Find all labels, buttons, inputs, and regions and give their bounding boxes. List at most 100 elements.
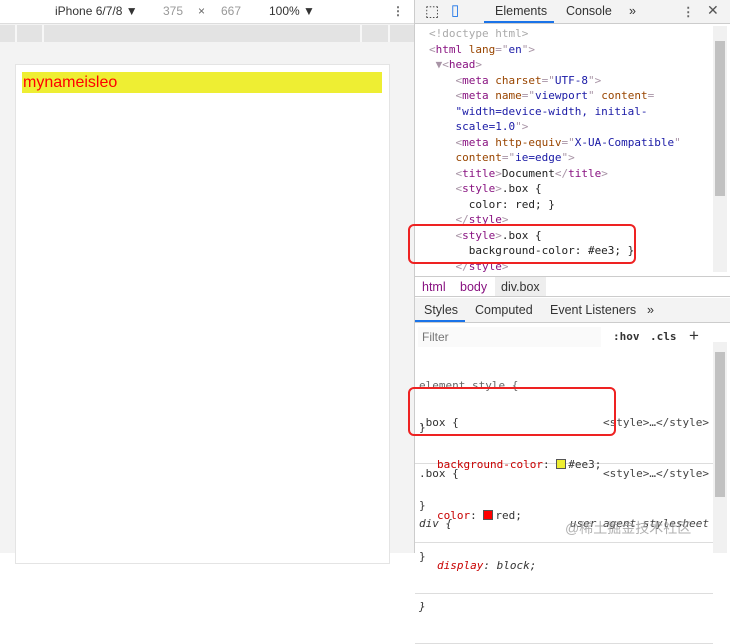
device-frame <box>15 64 390 564</box>
dom-token: > <box>475 58 482 71</box>
dom-token: =" <box>501 151 516 164</box>
close-icon[interactable]: ✕ <box>707 2 719 19</box>
dom-token: title <box>462 166 496 180</box>
highlight-annotation <box>408 224 636 264</box>
dom-node-line[interactable]: <meta charset="UTF-8"> <box>415 73 713 89</box>
media-query-bar[interactable] <box>0 25 414 42</box>
devtools-menu-icon[interactable]: ⋮ <box>682 4 695 19</box>
dom-node-line[interactable]: scale=1.0"> <box>415 119 713 135</box>
inspect-element-icon[interactable]: ⬚ <box>425 2 439 20</box>
cls-button[interactable]: .cls <box>650 330 677 343</box>
filter-input[interactable] <box>418 327 601 347</box>
dom-token: http-equiv <box>488 135 562 149</box>
dom-token: en <box>508 42 522 56</box>
rule-selector[interactable]: .box { <box>419 467 459 480</box>
dom-token: UTF-8 <box>554 73 588 87</box>
device-select[interactable]: iPhone 6/7/8 ▼ <box>55 4 138 18</box>
tab-console[interactable]: Console <box>566 4 612 18</box>
breadcrumb-div-box[interactable]: div.box <box>495 277 546 296</box>
dom-token: title <box>568 166 602 180</box>
scrollbar-thumb[interactable] <box>715 352 725 497</box>
dom-node-line[interactable]: ▼<head> <box>415 57 713 73</box>
dom-scrollbar[interactable] <box>713 26 727 272</box>
new-rule-button[interactable]: + <box>689 326 699 346</box>
dom-token: "> <box>587 73 602 87</box>
height-input[interactable]: 667 <box>221 4 241 18</box>
breadcrumb-body[interactable]: body <box>460 280 487 294</box>
dom-node-line[interactable]: color: red; } <box>415 197 713 213</box>
tab-computed[interactable]: Computed <box>475 303 533 317</box>
dom-token: Document <box>501 166 555 180</box>
dom-token: < <box>429 166 463 180</box>
devtools-panel: ⬚ ▯ Elements Console » ⋮ ✕ <!doctype htm… <box>408 0 730 644</box>
dom-token: name <box>488 89 522 102</box>
dom-token: > <box>495 166 502 180</box>
dom-token: head <box>448 58 476 71</box>
zoom-select[interactable]: 100% ▼ <box>269 4 315 18</box>
dom-token: > <box>495 182 502 195</box>
rule-source-link[interactable]: <style>…</style> <box>603 415 709 431</box>
dom-token: viewport <box>535 89 588 102</box>
more-tabs-icon[interactable]: » <box>647 303 654 317</box>
dom-token: "> <box>561 151 575 164</box>
more-options-icon[interactable]: ⋮ <box>392 4 404 18</box>
dom-token: < <box>429 89 463 102</box>
scrollbar-thumb[interactable] <box>715 41 725 196</box>
dom-node-line[interactable]: <style>.box { <box>415 181 713 197</box>
dom-node-line[interactable]: <meta name="viewport" content= <box>415 88 713 104</box>
styles-scrollbar[interactable] <box>713 342 727 553</box>
tab-styles[interactable]: Styles <box>424 303 458 317</box>
times-sign: × <box>198 4 206 18</box>
dom-token: =" <box>521 89 535 102</box>
devtools-tab-bar: ⬚ ▯ Elements Console » ⋮ ✕ <box>415 0 730 24</box>
watermark: @稀土掘金技术社区 <box>565 520 692 536</box>
dom-token: .box { <box>501 182 542 195</box>
dom-node-line[interactable]: <title>Document</title> <box>415 166 713 182</box>
dom-token: > <box>601 166 608 180</box>
dom-node-line[interactable]: <meta http-equiv="X-UA-Compatible" <box>415 135 713 151</box>
dom-token: "width=device-width, initial- <box>429 104 648 118</box>
tab-event-listeners[interactable]: Event Listeners <box>550 303 636 317</box>
dom-token: meta <box>462 135 489 149</box>
breadcrumb: html body div.box <box>415 276 730 297</box>
dom-token: <!doctype html> <box>429 27 529 40</box>
dom-token: lang <box>462 42 496 56</box>
dom-token: = <box>647 89 655 102</box>
dom-token: =" <box>561 135 575 149</box>
dom-token: < <box>429 42 436 56</box>
breadcrumb-html[interactable]: html <box>422 280 446 294</box>
rule-source-link[interactable]: <style>…</style> <box>603 466 709 482</box>
device-toggle-icon[interactable]: ▯ <box>451 1 459 19</box>
dom-token: color: red; } <box>429 197 555 211</box>
dom-node-line[interactable]: <html lang="en"> <box>415 42 713 58</box>
dom-node-line[interactable]: content="ie=edge"> <box>415 150 713 166</box>
rule-div-ua: div {user agent stylesheet display: bloc… <box>415 490 713 644</box>
highlight-annotation <box>408 387 616 436</box>
property-name: display <box>437 558 484 572</box>
width-input[interactable]: 375 <box>163 4 183 18</box>
dom-token: " <box>587 89 595 102</box>
zoom-label: 100% <box>269 4 300 18</box>
dom-token: < <box>429 182 463 195</box>
tab-elements[interactable]: Elements <box>495 4 547 18</box>
dom-token: content <box>594 89 648 102</box>
active-tab-indicator <box>415 320 465 322</box>
dom-node-line[interactable]: <!doctype html> <box>415 26 713 42</box>
property-value: block; <box>496 558 537 572</box>
dom-token: ▼< <box>429 58 449 71</box>
dom-node-line[interactable]: "width=device-width, initial- <box>415 104 713 120</box>
hov-button[interactable]: :hov <box>613 330 640 343</box>
device-toolbar: iPhone 6/7/8 ▼ 375 × 667 100% ▼ ⋮ <box>0 0 414 24</box>
rule-selector: div { <box>419 517 453 530</box>
dom-token: charset <box>488 73 542 87</box>
box-div[interactable]: mynameisleo <box>22 72 382 93</box>
device-label: iPhone 6/7/8 <box>55 4 123 18</box>
dom-token: meta <box>462 89 489 102</box>
filter-bar: :hov .cls + <box>415 325 713 349</box>
styles-tab-bar: Styles Computed Event Listeners » <box>415 298 730 323</box>
dom-token: < <box>429 135 463 149</box>
dom-token: html <box>435 42 463 56</box>
dom-token: ie=edge <box>515 151 562 164</box>
dom-token: " <box>674 135 681 149</box>
more-tabs-icon[interactable]: » <box>629 4 636 18</box>
